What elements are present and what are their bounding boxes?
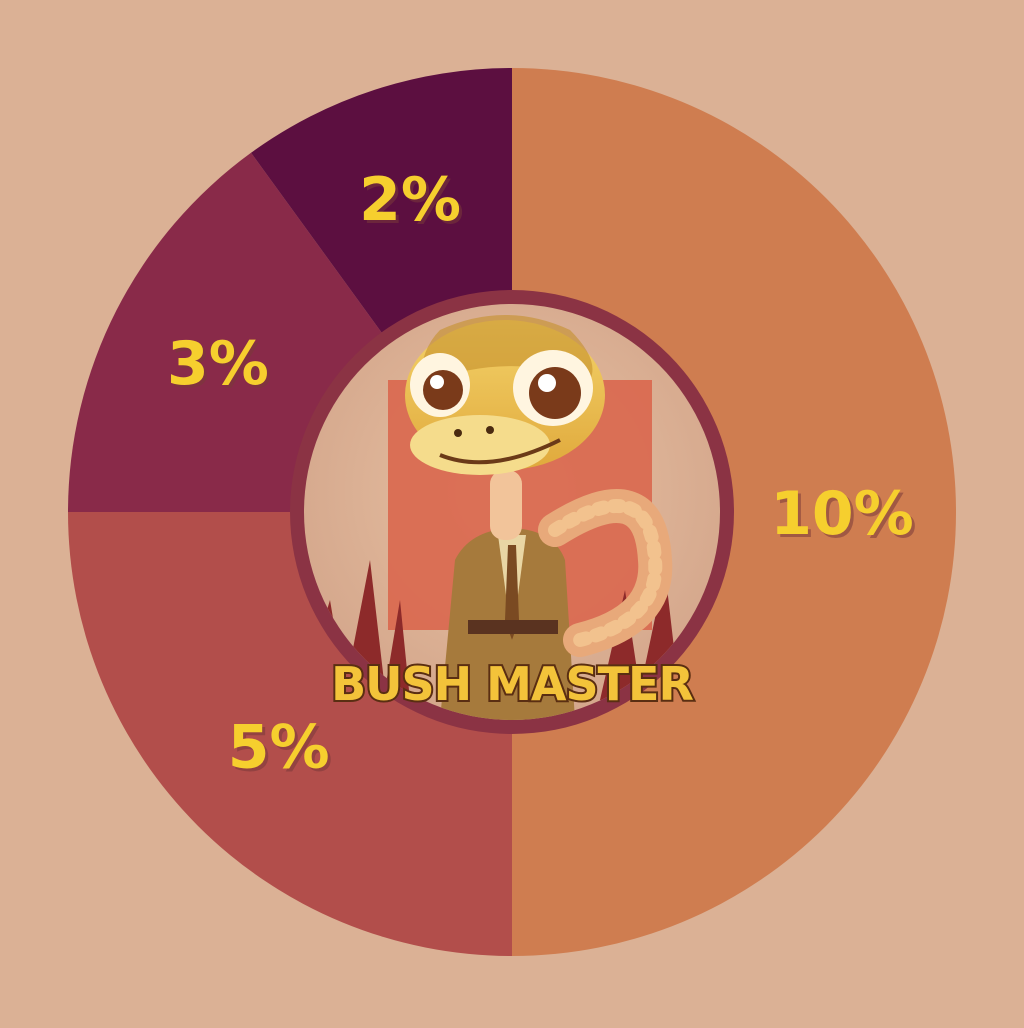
- pie-chart: 10%10%5%5%3%3%2%2% BUSH MASTER: [68, 68, 956, 956]
- logo-text: BUSH MASTER: [331, 657, 693, 711]
- slice-label-10pct: 10%: [770, 479, 914, 549]
- chart-canvas: 10% 10% 5% 5% 3% 3% 2% 2% BUSH MASTER: [0, 0, 1024, 1024]
- slice-label-5pct: 5%: [228, 712, 330, 782]
- emblem-badge: BUSH MASTER: [290, 290, 734, 734]
- slice-label-2pct: 2%: [359, 165, 461, 235]
- slice-label-3pct: 3%: [167, 329, 269, 399]
